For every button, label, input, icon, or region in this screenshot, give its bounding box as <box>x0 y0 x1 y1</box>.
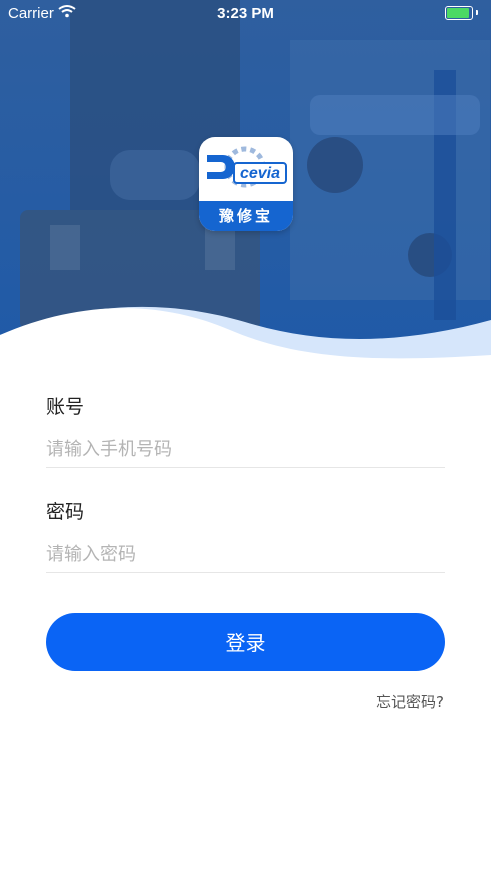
forgot-password-link[interactable]: 忘记密码? <box>376 691 444 712</box>
logo-wordmark: cevia <box>233 162 287 184</box>
battery-tip <box>476 10 478 15</box>
logo-name: 豫修宝 <box>199 201 293 231</box>
status-bar: Carrier 3:23 PM <box>0 0 491 26</box>
login-button[interactable]: 登录 <box>46 613 445 671</box>
password-input[interactable] <box>46 537 445 573</box>
account-label: 账号 <box>46 396 85 418</box>
battery-level <box>447 8 469 18</box>
battery-icon <box>445 6 473 20</box>
status-time: 3:23 PM <box>217 5 274 22</box>
password-label: 密码 <box>46 501 85 523</box>
account-input[interactable] <box>46 432 445 468</box>
app-logo: cevia 豫修宝 <box>199 137 293 231</box>
